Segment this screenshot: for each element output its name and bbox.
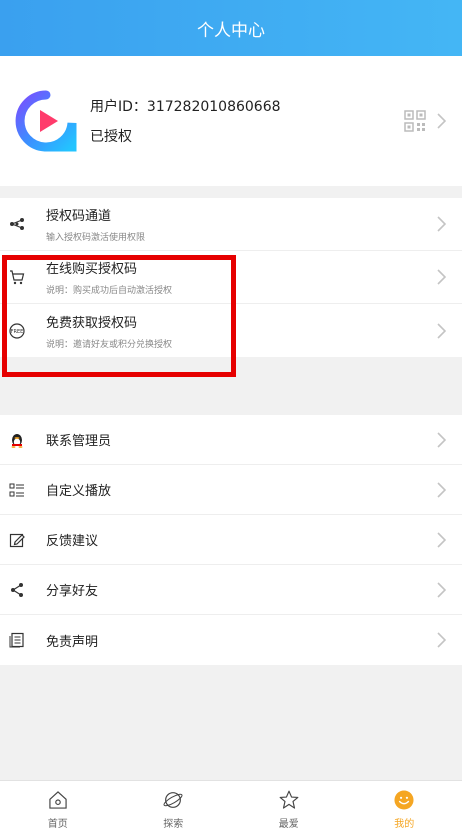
chevron-right-icon [434,322,448,339]
chevron-right-icon [434,113,448,129]
menu-item-buy-code[interactable]: 在线购买授权码 说明：购买成功后自动激活授权 [0,251,462,304]
chevron-right-icon [434,481,448,498]
menu-item-title: 免费获取授权码 [46,315,138,331]
qq-penguin-icon [8,431,26,449]
page-title: 个人中心 [197,20,265,41]
tab-label: 探索 [163,819,184,830]
tab-explore[interactable]: 探索 [116,781,232,830]
home-icon [49,791,67,809]
app-logo-icon [15,90,77,152]
menu-item-title: 分享好友 [46,584,99,599]
chevron-right-icon [434,269,448,285]
user-id: 用户ID：317282010860668 [90,99,281,115]
settings-menu-group: 联系管理员 自定义播放 反馈建议 分享好友 免责声明 [0,415,462,665]
tab-label: 我的 [394,819,415,830]
menu-item-custom-play[interactable]: 自定义播放 [0,465,462,515]
menu-item-title: 反馈建议 [46,534,99,549]
page-header: 个人中心 [0,0,462,56]
qr-code-icon[interactable] [404,110,426,132]
edit-icon [8,531,26,549]
menu-item-free-code[interactable]: FREE 免费获取授权码 说明：邀请好友或积分兑换授权 [0,304,462,357]
share-icon [8,581,26,599]
free-badge-icon: FREE [8,322,26,340]
chevron-right-icon [434,216,448,232]
menu-item-feedback[interactable]: 反馈建议 [0,515,462,565]
tab-home[interactable]: 首页 [0,781,116,830]
profile-card[interactable]: 用户ID：317282010860668 已授权 [0,56,462,186]
tab-label: 最爱 [278,819,299,830]
chevron-right-icon [434,431,448,448]
chevron-right-icon [434,581,448,598]
menu-item-contact-admin[interactable]: 联系管理员 [0,415,462,465]
menu-item-title: 免责声明 [46,634,99,650]
auth-menu-group: 授权码通道 输入授权码激活使用权限 在线购买授权码 说明：购买成功后自动激活授权… [0,198,462,357]
menu-item-title: 在线购买授权码 [46,262,138,277]
menu-item-title: 联系管理员 [46,434,112,449]
tab-mine[interactable]: 我的 [347,781,462,830]
link-nodes-icon [8,215,26,233]
chevron-right-icon [434,632,448,648]
planet-icon [163,792,183,808]
menu-item-title: 授权码通道 [46,209,112,224]
menu-item-share[interactable]: 分享好友 [0,565,462,615]
list-custom-icon [8,481,26,499]
menu-item-subtitle: 输入授权码激活使用权限 [46,233,146,243]
bottom-tab-bar: 首页 探索 最爱 我的 [0,780,462,830]
menu-item-subtitle: 说明：邀请好友或积分兑换授权 [46,339,173,350]
tab-favorites[interactable]: 最爱 [231,781,347,830]
menu-item-auth-channel[interactable]: 授权码通道 输入授权码激活使用权限 [0,198,462,251]
menu-item-disclaimer[interactable]: 免责声明 [0,615,462,665]
tab-label: 首页 [47,819,68,830]
smiley-icon [394,790,414,810]
cart-icon [8,268,26,286]
menu-item-title: 自定义播放 [46,484,112,499]
svg-text:FREE: FREE [11,329,24,335]
star-icon [279,790,299,809]
chevron-right-icon [434,531,448,548]
auth-status: 已授权 [90,129,132,145]
document-icon [8,631,26,649]
menu-item-subtitle: 说明：购买成功后自动激活授权 [46,286,173,296]
